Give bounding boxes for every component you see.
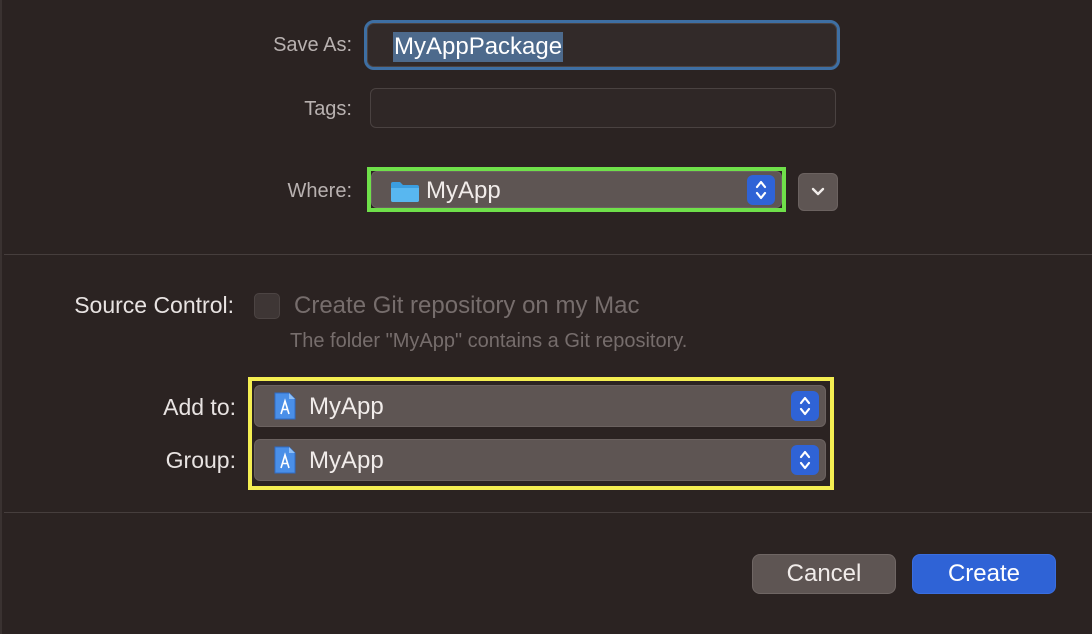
chevron-down-icon xyxy=(811,187,825,196)
project-highlight xyxy=(248,377,834,490)
tags-label: Tags: xyxy=(304,98,352,120)
create-git-repo-label: Create Git repository on my Mac xyxy=(294,292,640,319)
where-label: Where: xyxy=(287,180,352,202)
create-git-repo-checkbox[interactable] xyxy=(254,293,280,319)
save-as-label: Save As: xyxy=(273,34,352,56)
create-button[interactable]: Create xyxy=(912,554,1056,594)
save-as-value: MyAppPackage xyxy=(393,32,564,62)
divider-bottom xyxy=(4,512,1092,513)
group-label: Group: xyxy=(165,447,236,473)
divider-top xyxy=(4,254,1092,255)
where-highlight xyxy=(367,167,786,212)
save-dialog: Save As: MyAppPackage Tags: Where: MyApp… xyxy=(0,0,1092,634)
cancel-button[interactable]: Cancel xyxy=(752,554,896,594)
git-repo-hint: The folder "MyApp" contains a Git reposi… xyxy=(290,330,688,352)
source-control-label: Source Control: xyxy=(74,292,234,318)
expand-dialog-button[interactable] xyxy=(798,173,838,211)
tags-field[interactable] xyxy=(370,88,836,128)
add-to-label: Add to: xyxy=(163,394,236,420)
save-as-field[interactable]: MyAppPackage xyxy=(364,20,840,70)
